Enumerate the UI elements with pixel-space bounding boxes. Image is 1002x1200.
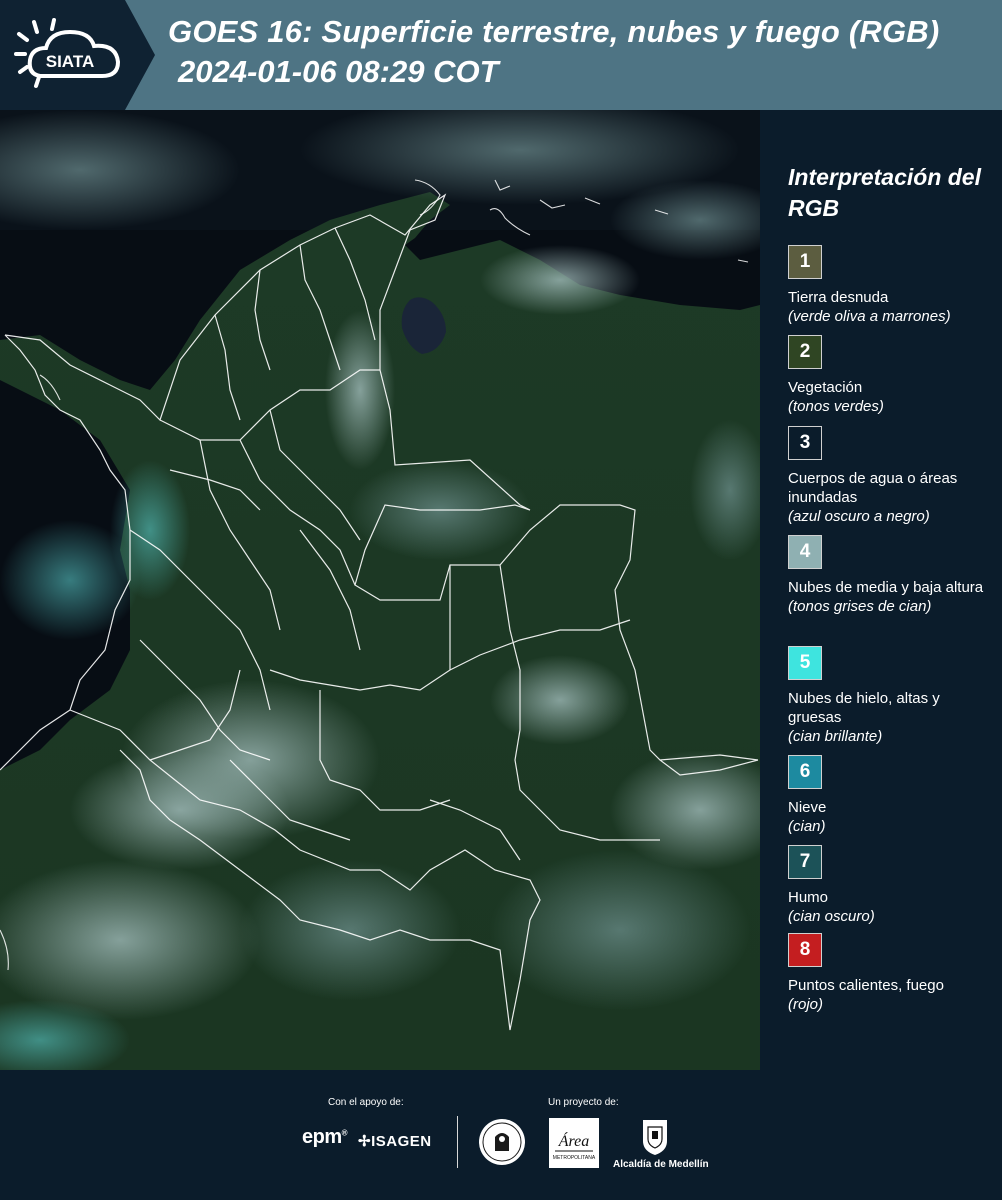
legend-sublabel: (verde oliva a marrones): [788, 308, 951, 325]
legend-label: Humo: [788, 889, 829, 906]
project-label: Un proyecto de:: [548, 1097, 619, 1108]
legend-sublabel: (rojo): [788, 996, 824, 1013]
header: SIATA GOES 16: Superficie terrestre, nub…: [0, 0, 1002, 110]
legend-item: 2 Vegetación (tonos verdes): [788, 335, 993, 416]
map-svg: [0, 110, 760, 1070]
alcaldia-text: Alcaldía de Medellín: [613, 1159, 709, 1170]
legend-item: 1 Tierra desnuda (verde oliva a marrones): [788, 245, 993, 326]
isagen-logo-text: ISAGEN: [371, 1133, 432, 1150]
legend-swatch: 4: [788, 535, 822, 569]
legend-swatch: 5: [788, 646, 822, 680]
page-title: GOES 16: Superficie terrestre, nubes y f…: [168, 14, 940, 49]
epm-logo-text: epm: [302, 1126, 342, 1148]
legend-label: Cuerpos de agua o áreas inundadas: [788, 470, 958, 506]
legend-swatch: 2: [788, 335, 822, 369]
legend-swatch: 7: [788, 845, 822, 879]
footer-divider: [457, 1116, 458, 1168]
legend-item: 8 Puntos calientes, fuego (rojo): [788, 933, 993, 1014]
legend-item: 5 Nubes de hielo, altas y gruesas (cian br…: [788, 646, 993, 746]
university-seal-icon: [479, 1119, 525, 1165]
legend-label: Tierra desnuda: [788, 289, 889, 306]
support-label: Con el apoyo de:: [328, 1097, 404, 1108]
legend-swatch: 8: [788, 933, 822, 967]
area-metropolitana-logo: Área METROPOLITANA: [549, 1118, 599, 1168]
area-logo-sub: METROPOLITANA: [553, 1155, 596, 1161]
epm-logo: epm®: [302, 1126, 348, 1148]
legend-sublabel: (tonos grises de cian): [788, 598, 932, 615]
siata-logo-text: SIATA: [46, 52, 94, 71]
legend-swatch: 1: [788, 245, 822, 279]
legend-item: 7 Humo (cian oscuro): [788, 845, 993, 926]
legend-sublabel: (cian): [788, 818, 826, 835]
legend-sublabel: (cian brillante): [788, 728, 883, 745]
legend-swatch: 6: [788, 755, 822, 789]
legend-title: Interpretación del RGB: [788, 164, 981, 221]
legend-sublabel: (tonos verdes): [788, 398, 884, 415]
isagen-logo: ✢ISAGEN: [358, 1133, 432, 1150]
legend-label: Nieve: [788, 799, 827, 816]
legend-label: Puntos calientes, fuego: [788, 977, 944, 994]
legend-item: 3 Cuerpos de agua o áreas inundadas (azul …: [788, 426, 993, 526]
footer: Con el apoyo de: Un proyecto de: epm® ✢I…: [0, 1070, 1002, 1200]
area-logo-text: Área: [558, 1131, 590, 1150]
satellite-map[interactable]: [0, 110, 760, 1070]
legend-sublabel: (cian oscuro): [788, 908, 875, 925]
legend-label: Vegetación: [788, 379, 863, 396]
legend-label: Nubes de hielo, altas y gruesas: [788, 690, 940, 726]
siata-logo: SIATA: [14, 18, 121, 88]
legend-item: 4 Nubes de media y baja altura (tonos gris…: [788, 535, 993, 616]
legend-swatch: 3: [788, 426, 822, 460]
legend-panel: Interpretación del RGB 1 Tierra desnuda (v…: [775, 110, 995, 1070]
alcaldia-shield-icon: [643, 1120, 667, 1155]
timestamp: 2024-01-06 08:29 COT: [178, 54, 499, 89]
legend-item: 6 Nieve (cian): [788, 755, 993, 836]
legend-label: Nubes de media y baja altura: [788, 579, 984, 596]
legend-sublabel: (azul oscuro a negro): [788, 508, 930, 525]
